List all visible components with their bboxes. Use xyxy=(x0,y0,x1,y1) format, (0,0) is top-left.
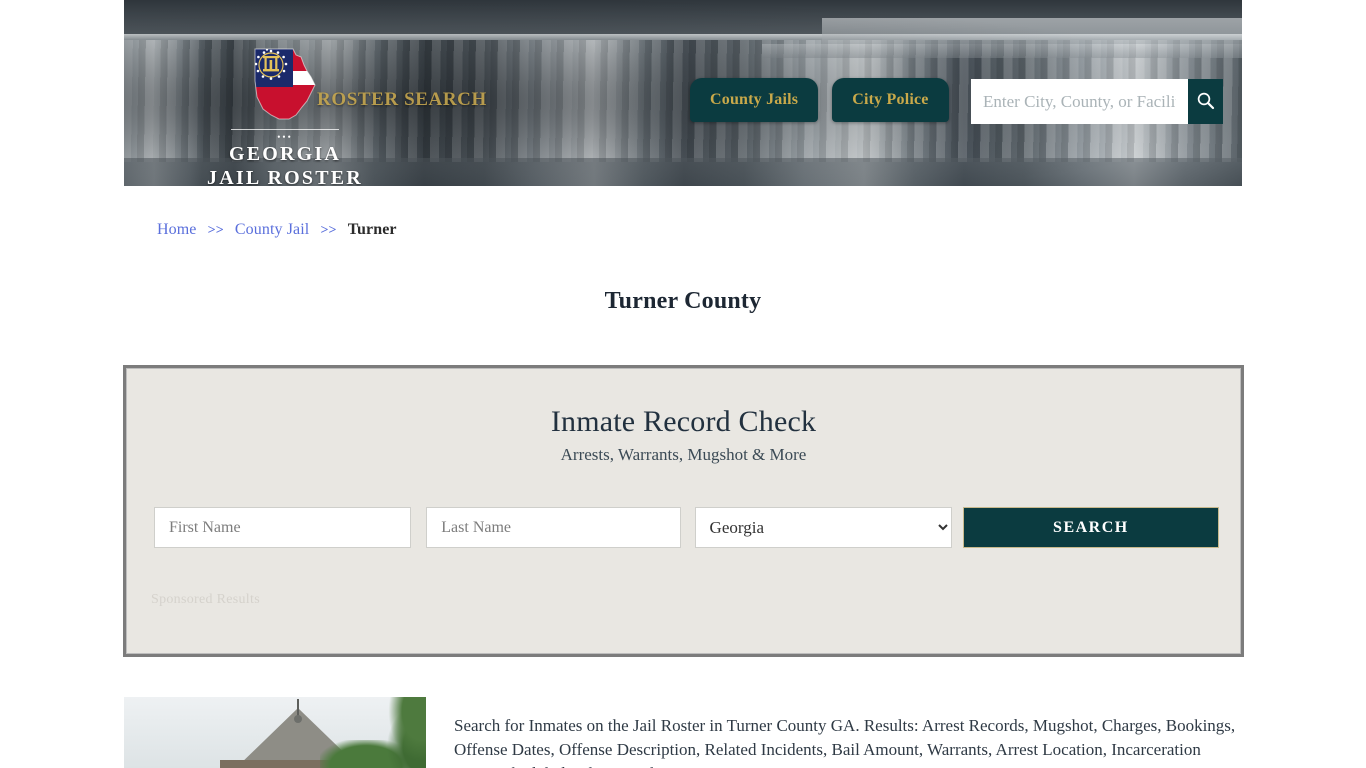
header-nav: County Jails City Police xyxy=(690,78,949,122)
nav-county-jails[interactable]: County Jails xyxy=(690,78,819,122)
courthouse-image xyxy=(124,697,426,768)
sponsored-results-label: Sponsored Results xyxy=(151,592,260,607)
logo-line-1: GEORGIA xyxy=(228,143,342,165)
logo-line-2: JAIL ROSTER xyxy=(207,167,363,186)
page-title: Turner County xyxy=(604,288,762,315)
logo-divider-dots: ••• xyxy=(277,132,293,142)
header-search xyxy=(971,79,1223,124)
inmate-search-form: Georgia SEARCH xyxy=(154,507,1219,548)
georgia-state-flag-icon xyxy=(249,45,321,123)
state-select[interactable]: Georgia xyxy=(694,507,952,548)
breadcrumb: Home >> County Jail >> Turner xyxy=(157,221,397,239)
breadcrumb-separator: >> xyxy=(207,223,224,238)
site-header: ••• GEORGIA JAIL ROSTER ROSTER SEARCH Co… xyxy=(124,0,1242,186)
roster-search-watermark: ROSTER SEARCH xyxy=(317,89,487,110)
breadcrumb-home[interactable]: Home xyxy=(157,221,197,238)
page-root: ••• GEORGIA JAIL ROSTER ROSTER SEARCH Co… xyxy=(0,0,1366,768)
card-title: Inmate Record Check xyxy=(550,405,817,438)
inmate-record-check-card: Inmate Record Check Arrests, Warrants, M… xyxy=(123,365,1244,657)
search-button[interactable]: SEARCH xyxy=(962,507,1219,548)
first-name-input[interactable] xyxy=(154,507,412,548)
breadcrumb-separator: >> xyxy=(320,223,337,238)
site-logo[interactable]: ••• GEORGIA JAIL ROSTER xyxy=(190,45,380,186)
content-description: Search for Inmates on the Jail Roster in… xyxy=(454,716,1236,768)
breadcrumb-current: Turner xyxy=(347,221,397,238)
content-section: Search for Inmates on the Jail Roster in… xyxy=(124,697,1242,768)
nav-city-police[interactable]: City Police xyxy=(832,78,949,122)
last-name-input[interactable] xyxy=(426,507,681,548)
card-subtitle: Arrests, Warrants, Mugshot & More xyxy=(560,445,807,464)
header-search-button[interactable] xyxy=(1188,79,1223,124)
header-search-input[interactable] xyxy=(971,79,1188,124)
breadcrumb-county-jail[interactable]: County Jail xyxy=(235,221,309,238)
search-icon xyxy=(1196,91,1215,113)
